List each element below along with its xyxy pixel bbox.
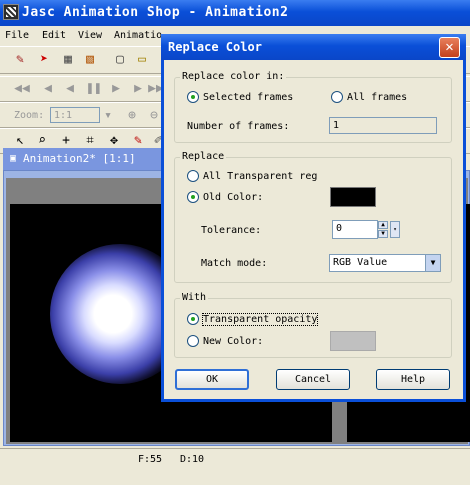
first-frame-icon[interactable]: ◀◀ <box>14 81 30 97</box>
menu-animation[interactable]: Animatio <box>114 30 162 41</box>
old-color-radio[interactable] <box>187 191 199 203</box>
zoom-label: Zoom: <box>14 110 45 121</box>
all-frames-label[interactable]: All frames <box>347 92 407 103</box>
number-of-frames-label: Number of frames: <box>187 121 290 132</box>
all-transparent-label[interactable]: All Transparent reg <box>203 171 317 182</box>
crosshair-tool-icon[interactable]: + <box>58 133 74 149</box>
zoom-select[interactable]: 1:1 <box>50 107 100 123</box>
wizard-icon[interactable]: ✎ <box>12 52 28 68</box>
with-legend: With <box>180 292 209 303</box>
status-bar: F:55 D:10 <box>0 448 470 485</box>
number-of-frames-field: 1 <box>329 117 437 134</box>
cancel-button[interactable]: Cancel <box>276 369 350 390</box>
old-color-label[interactable]: Old Color: <box>203 192 263 203</box>
status-delay: D:10 <box>180 454 205 465</box>
effects-icon[interactable]: ▧ <box>82 52 98 68</box>
tolerance-down-icon[interactable]: ▼ <box>378 230 388 238</box>
zoom-in-icon[interactable]: ⊕ <box>124 108 140 124</box>
prev-frame-icon[interactable]: ◀ <box>40 81 56 97</box>
match-mode-chevron-down-icon[interactable]: ▼ <box>425 255 440 271</box>
new-color-radio[interactable] <box>187 335 199 347</box>
menu-view[interactable]: View <box>78 30 102 41</box>
with-group <box>174 298 452 358</box>
dropper-tool-icon[interactable]: ✎ <box>130 133 146 149</box>
replace-in-legend: Replace color in: <box>180 71 287 82</box>
pause-icon[interactable]: ❚❚ <box>86 81 102 97</box>
match-mode-label: Match mode: <box>201 258 268 269</box>
tolerance-dropdown-icon[interactable]: ▾ <box>390 221 400 238</box>
document-icon: ▣ <box>9 153 17 164</box>
document-title: Animation2* [1:1] <box>23 152 136 165</box>
transparent-opacity-radio[interactable] <box>187 313 199 325</box>
dialog-titlebar: Replace Color <box>161 34 466 60</box>
zoom-dropdown-icon[interactable]: ▾ <box>100 108 116 124</box>
next-frame-icon[interactable]: ▶ <box>130 81 146 97</box>
zoom-out-icon[interactable]: ⊖ <box>146 108 162 124</box>
status-frame: F:55 <box>138 454 163 465</box>
selected-frames-label[interactable]: Selected frames <box>203 92 293 103</box>
menu-file[interactable]: File <box>5 30 29 41</box>
frames-icon[interactable]: ▦ <box>60 52 76 68</box>
open-folder-icon[interactable]: ▭ <box>134 52 150 68</box>
tolerance-input[interactable]: 0 <box>332 220 378 239</box>
app-titlebar: Jasc Animation Shop - Animation2 <box>0 0 470 26</box>
move-tool-icon[interactable]: ✥ <box>106 133 122 149</box>
ok-button[interactable]: OK <box>175 369 249 390</box>
app-title: Jasc Animation Shop - Animation2 <box>22 5 289 20</box>
new-color-label[interactable]: New Color: <box>203 336 263 347</box>
play-icon[interactable]: ▶ <box>108 81 124 97</box>
close-button[interactable]: ✕ <box>439 37 460 58</box>
magnifier-tool-icon[interactable]: ⌕ <box>34 133 50 149</box>
tolerance-label: Tolerance: <box>201 225 262 236</box>
arrow-tool-icon[interactable]: ↖ <box>12 133 28 149</box>
help-button[interactable]: Help <box>376 369 450 390</box>
document-titlebar: ▣ Animation2* [1:1] <box>3 148 163 170</box>
replace-legend: Replace <box>180 151 227 162</box>
tolerance-up-icon[interactable]: ▲ <box>378 221 388 229</box>
banner-icon[interactable]: ➤ <box>36 52 52 68</box>
dialog-title: Replace Color <box>168 40 262 54</box>
crop-tool-icon[interactable]: ⌗ <box>82 133 98 149</box>
new-color-swatch[interactable] <box>330 331 376 351</box>
menu-edit[interactable]: Edit <box>42 30 66 41</box>
transparent-opacity-label[interactable]: Transparent opacity <box>201 313 319 326</box>
all-transparent-radio[interactable] <box>187 170 199 182</box>
app-icon <box>3 4 19 20</box>
new-file-icon[interactable]: ▢ <box>112 52 128 68</box>
selected-frames-radio[interactable] <box>187 91 199 103</box>
rewind-icon[interactable]: ◀ <box>62 81 78 97</box>
all-frames-radio[interactable] <box>331 91 343 103</box>
old-color-swatch[interactable] <box>330 187 376 207</box>
